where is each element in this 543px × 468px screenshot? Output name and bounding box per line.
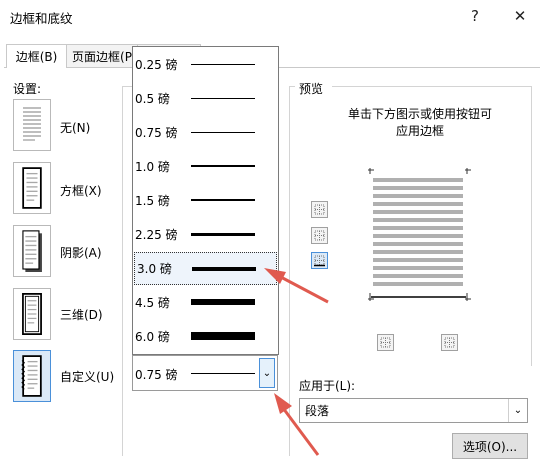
setting-shadow-icon[interactable] xyxy=(13,225,51,277)
shadow-border-icon xyxy=(22,230,42,272)
right-border-icon xyxy=(444,337,455,348)
preview-page-graphic xyxy=(368,168,471,301)
top-border-icon xyxy=(314,204,325,215)
width-option-label: 4.5 磅 xyxy=(135,295,170,310)
setting-box-label[interactable]: 方框(X) xyxy=(60,182,102,199)
inside-border-icon xyxy=(314,230,325,241)
line-sample xyxy=(191,165,255,167)
list-item[interactable]: 1.0 磅 xyxy=(133,149,279,183)
width-option-label: 1.0 磅 xyxy=(135,159,170,174)
right-border-button[interactable] xyxy=(441,334,458,351)
setting-none-icon[interactable] xyxy=(13,99,51,151)
line-sample xyxy=(191,131,255,133)
divider xyxy=(122,86,123,456)
chevron-down-icon[interactable]: ⌄ xyxy=(508,399,527,422)
lines-icon xyxy=(23,107,41,141)
width-selected-value: 0.75 磅 xyxy=(135,368,178,382)
width-option-label: 6.0 磅 xyxy=(135,329,170,344)
line-sample xyxy=(192,266,256,271)
arrow-head-icon xyxy=(274,393,292,414)
width-option-label: 0.5 磅 xyxy=(135,91,170,106)
setting-custom-icon[interactable] xyxy=(13,350,51,402)
tab-page-border[interactable]: 页面边框(P xyxy=(65,44,139,67)
setting-3d-label[interactable]: 三维(D) xyxy=(60,306,103,323)
width-option-label: 2.25 磅 xyxy=(135,227,178,242)
arrow-line xyxy=(276,273,329,304)
line-sample xyxy=(191,373,255,374)
line-sample xyxy=(191,63,255,65)
list-item[interactable]: 0.25 磅 xyxy=(133,47,279,81)
3d-border-icon xyxy=(22,293,42,335)
custom-border-icon xyxy=(21,355,42,397)
line-sample xyxy=(191,332,255,340)
annotation-arrows xyxy=(264,268,329,456)
divider xyxy=(122,86,132,87)
help-button[interactable]: ? xyxy=(455,0,495,32)
close-button[interactable]: ✕ xyxy=(500,0,540,32)
options-button[interactable]: 选项(O)... xyxy=(452,433,528,459)
left-border-button[interactable] xyxy=(377,334,394,351)
setting-box-icon[interactable] xyxy=(13,162,51,214)
list-item[interactable]: 2.25 磅 xyxy=(133,217,279,251)
line-sample xyxy=(191,299,255,305)
tab-borders[interactable]: 边框(B) xyxy=(6,44,67,68)
arrow-line xyxy=(281,407,320,456)
middle-border-button[interactable] xyxy=(311,227,328,244)
line-sample xyxy=(191,199,255,201)
list-item[interactable]: 0.75 磅 xyxy=(133,115,279,149)
divider xyxy=(332,86,532,87)
list-item[interactable]: 0.5 磅 xyxy=(133,81,279,115)
preview-label: 预览 xyxy=(299,82,324,96)
width-option-label: 0.75 磅 xyxy=(135,125,178,140)
top-border-button[interactable] xyxy=(311,201,328,218)
preview-help-text: 单击下方图示或使用按钮可 应用边框 xyxy=(300,106,540,140)
setting-3d-icon[interactable] xyxy=(13,288,51,340)
width-option-label: 3.0 磅 xyxy=(137,262,172,276)
list-item[interactable]: 1.5 磅 xyxy=(133,183,279,217)
arrow-head-icon xyxy=(264,268,286,284)
preview-help-line: 单击下方图示或使用按钮可 xyxy=(347,107,492,121)
box-border-icon xyxy=(22,167,42,209)
setting-none-label[interactable]: 无(N) xyxy=(60,119,90,136)
width-option-label: 0.25 磅 xyxy=(135,57,178,72)
setting-custom-label[interactable]: 自定义(U) xyxy=(60,368,114,385)
line-sample xyxy=(191,97,255,99)
dialog-title: 边框和底纹 xyxy=(10,11,73,26)
width-option-label: 1.5 磅 xyxy=(135,193,170,208)
settings-label: 设置: xyxy=(13,82,42,96)
line-sample xyxy=(191,232,255,236)
setting-shadow-label[interactable]: 阴影(A) xyxy=(60,244,102,261)
preview-page[interactable] xyxy=(368,168,473,306)
left-border-icon xyxy=(380,337,391,348)
preview-help-line: 应用边框 xyxy=(395,124,444,138)
